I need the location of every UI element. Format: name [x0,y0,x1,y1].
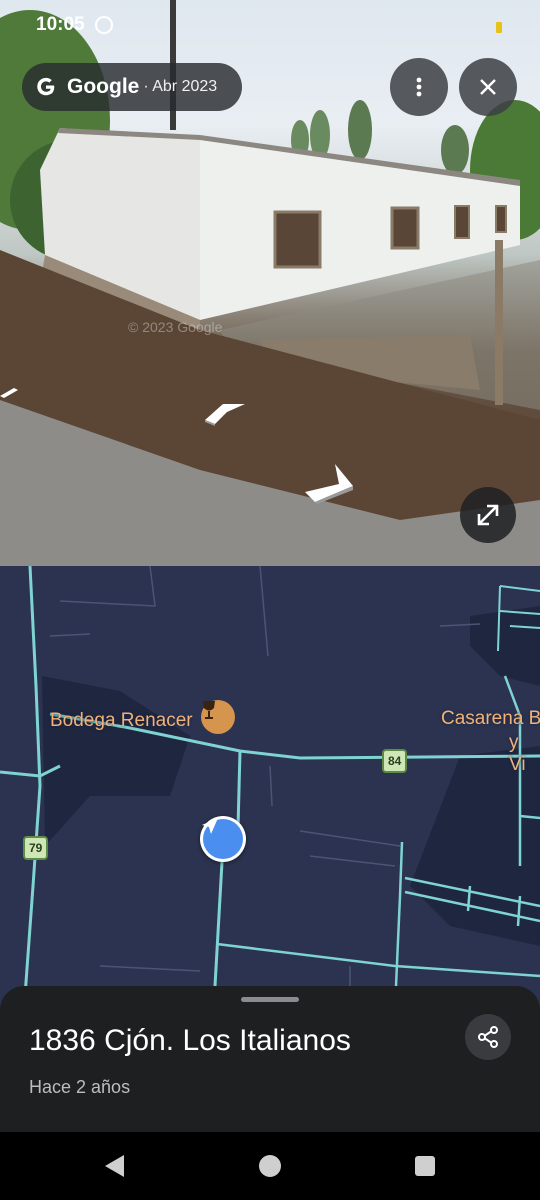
status-time: 10:05 [36,14,85,35]
place-address: 1836 Cjón. Los Italianos [29,1024,351,1057]
more-options-button[interactable] [390,58,448,116]
poi-bodega-renacer[interactable]: Bodega Renacer [50,710,193,732]
poi-casarena[interactable]: Casarena B [441,708,540,730]
home-icon[interactable] [259,1155,281,1177]
route-shield-84: 84 [382,749,408,773]
poi-casarena-line2[interactable]: y Vi [509,732,540,776]
google-brand-label: Google [67,75,140,98]
back-icon[interactable] [104,1154,126,1178]
close-button[interactable] [459,58,517,116]
share-button[interactable] [465,1014,511,1060]
more-icon [416,77,422,97]
recents-icon[interactable] [415,1156,435,1176]
place-bottom-sheet[interactable]: 1836 Cjón. Los Italianos Hace 2 años [0,986,540,1136]
battery-icon [496,22,502,33]
google-g-icon [37,77,55,96]
system-navigation-bar [0,1132,540,1200]
current-location-marker[interactable] [200,816,246,862]
whatsapp-icon [94,16,113,34]
back-arrow-icon[interactable] [0,386,18,400]
capture-date: · Abr 2023 [143,78,218,95]
navigation-arrow-icon [202,818,218,834]
expand-icon [477,504,499,526]
wine-glass-icon[interactable] [201,700,235,734]
route-shield-79: 79 [23,836,49,860]
street-view-panorama[interactable]: © 2023 Google 10:05 Google · Abr 2023 [0,0,540,566]
share-icon [478,1026,498,1048]
expand-button[interactable] [460,487,516,543]
forward-left-arrow-icon[interactable] [203,400,247,426]
close-icon [480,79,496,95]
capture-age: Hace 2 años [29,1077,131,1097]
status-bar: 10:05 [36,14,113,36]
sheet-drag-handle[interactable] [241,997,299,1002]
wine-glass-glyph [203,701,215,719]
google-attribution-pill[interactable]: Google · Abr 2023 [22,63,242,111]
street-view-watermark: © 2023 Google [128,319,223,335]
forward-right-arrow-icon[interactable] [303,462,355,504]
